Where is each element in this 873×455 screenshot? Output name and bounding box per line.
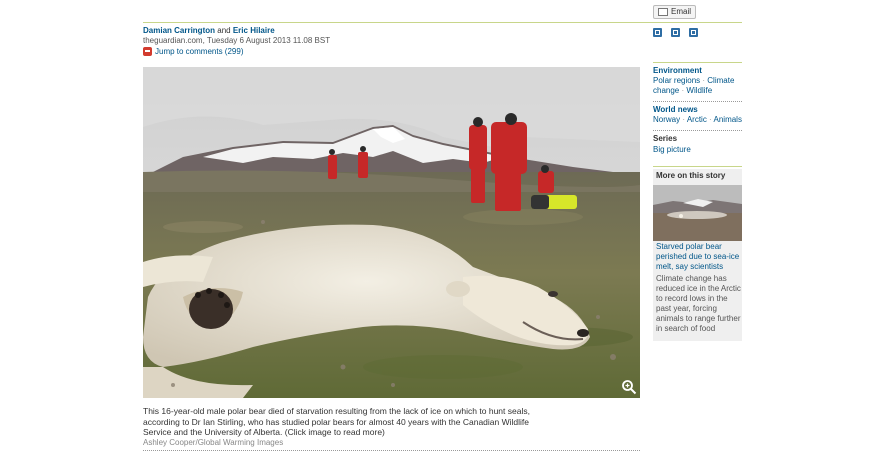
- dateline: theguardian.com, Tuesday 6 August 2013 1…: [143, 36, 331, 45]
- more-on-this-story: More on this story Starved polar bear pe…: [653, 169, 742, 341]
- related-story-link[interactable]: Starved polar bear perished due to sea-i…: [656, 242, 742, 272]
- sidebar-top-divider: [653, 22, 742, 23]
- photo-credit: Ashley Cooper/Global Warming Images: [143, 438, 284, 447]
- series-links: Big picture: [653, 145, 742, 155]
- byline-and: and: [217, 26, 231, 35]
- environment-title[interactable]: Environment: [653, 66, 702, 76]
- tag-animals[interactable]: Animals: [714, 115, 742, 124]
- related-story-desc: Climate change has reduced ice in the Ar…: [656, 274, 741, 333]
- story-thumbnail[interactable]: [653, 185, 742, 241]
- polar-bear-image[interactable]: [143, 67, 640, 398]
- envelope-icon: [658, 8, 668, 16]
- environment-divider: [653, 62, 742, 63]
- series-title: Series: [653, 134, 678, 143]
- environment-links: Polar regions · Climate change · Wildlif…: [653, 76, 735, 95]
- caption-divider: [143, 450, 640, 451]
- comment-icon: [143, 47, 152, 56]
- photo-caption: This 16-year-old male polar bear died of…: [143, 406, 530, 437]
- tag-polar-regions[interactable]: Polar regions: [653, 76, 700, 85]
- world-news-links: Norway · Arctic · Animals: [653, 115, 742, 124]
- header-divider: [143, 22, 740, 23]
- email-button-label: Email: [671, 7, 692, 16]
- main-photo[interactable]: [143, 67, 640, 398]
- author-link-1[interactable]: Damian Carrington: [143, 26, 215, 35]
- tag-wildlife[interactable]: Wildlife: [686, 86, 712, 95]
- email-button[interactable]: Email: [653, 5, 697, 19]
- jump-to-comments[interactable]: Jump to comments (299): [143, 46, 243, 57]
- share-icon[interactable]: [671, 28, 680, 37]
- more-divider: [653, 166, 742, 167]
- save-icon[interactable]: [689, 28, 698, 37]
- tag-big-picture[interactable]: Big picture: [653, 145, 691, 154]
- author-link-2[interactable]: Eric Hilaire: [233, 26, 275, 35]
- tag-norway[interactable]: Norway: [653, 115, 680, 124]
- tag-arctic[interactable]: Arctic: [687, 115, 707, 124]
- share-icons: [653, 28, 698, 37]
- world-news-divider: [653, 101, 742, 102]
- series-divider: [653, 130, 742, 131]
- jump-to-comments-label[interactable]: Jump to comments (299): [155, 46, 243, 57]
- print-icon[interactable]: [653, 28, 662, 37]
- world-news-title[interactable]: World news: [653, 105, 698, 115]
- more-title: More on this story: [656, 171, 726, 180]
- zoom-icon[interactable]: [621, 379, 637, 395]
